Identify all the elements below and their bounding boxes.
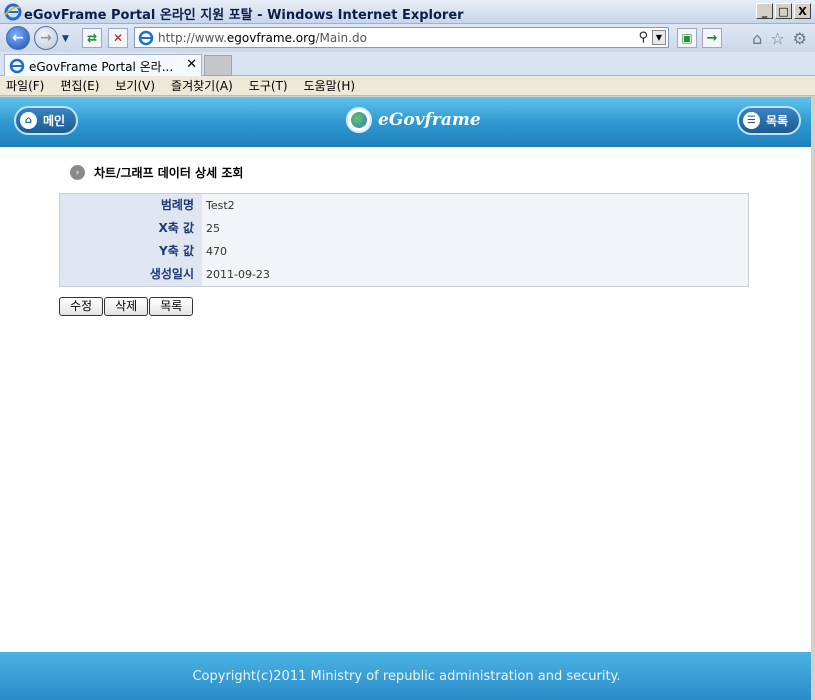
history-dropdown-icon[interactable]: ▼ (62, 34, 69, 44)
legend-name-label: 범례명 (60, 194, 202, 217)
address-input[interactable]: http://www.egovframe.org/Main.do ⚲ ▼ (134, 27, 669, 48)
created-date-label: 생성일시 (60, 263, 202, 286)
window-titlebar: eGovFrame Portal 온라인 지원 포탈 - Windows Int… (0, 0, 815, 24)
tab-label: eGovFrame Portal 온라... (29, 60, 174, 74)
list-button-label: 목록 (766, 114, 789, 128)
y-value: 470 (206, 245, 227, 258)
forward-button[interactable]: → (34, 26, 58, 50)
x-value: 25 (206, 222, 220, 235)
table-row: 생성일시 2011-09-23 (60, 263, 748, 286)
app-header: ⌂ 메인 eGovframe ☰ 목록 (0, 97, 811, 147)
page-title-text: 차트/그래프 데이터 상세 조회 (94, 166, 244, 180)
arrow-right-icon: → (40, 30, 52, 46)
main-button-label: 메인 (43, 114, 66, 128)
tab-close-icon[interactable]: ✕ (186, 57, 197, 72)
menu-edit[interactable]: 편집(E) (60, 77, 99, 94)
page-footer: Copyright(c)2011 Ministry of republic ad… (0, 652, 811, 700)
internet-explorer-icon (4, 3, 22, 21)
table-row: X축 값 25 (60, 217, 748, 240)
logo-text: eGovframe (378, 110, 481, 130)
arrow-left-icon: ← (12, 30, 24, 46)
created-date-value: 2011-09-23 (206, 268, 270, 281)
new-tab-button[interactable] (204, 55, 232, 76)
page-icon (138, 30, 154, 46)
action-buttons: 수정 삭제 목록 (59, 297, 194, 316)
home-icon: ⌂ (20, 112, 37, 129)
detail-table: 범례명 Test2 X축 값 25 Y축 값 470 생성일시 2011-09-… (59, 193, 749, 287)
address-dropdown-icon[interactable]: ▼ (652, 30, 666, 45)
page-title: › 차트/그래프 데이터 상세 조회 (70, 164, 243, 181)
maximize-button[interactable]: □ (775, 3, 792, 19)
menu-bar: 파일(F) 편집(E) 보기(V) 즐겨찾기(A) 도구(T) 도움말(H) (0, 76, 815, 96)
copyright-text: Copyright(c)2011 Ministry of republic ad… (192, 668, 621, 684)
address-url: http://www.egovframe.org/Main.do (158, 31, 367, 45)
home-icon[interactable]: ⌂ (752, 29, 762, 48)
navigation-bar: ← → ▼ ⇄ ✕ http://www.egovframe.org/Main.… (0, 24, 815, 52)
search-icon[interactable]: ⚲ (638, 30, 648, 45)
refresh-icon: ⇄ (86, 31, 98, 45)
y-value-label: Y축 값 (60, 240, 202, 263)
back-button[interactable]: ← (6, 26, 30, 50)
refresh-button[interactable]: ⇄ (82, 28, 102, 48)
page-viewport: ⌂ 메인 eGovframe ☰ 목록 › 차트/그래프 데이터 상세 조회 범… (0, 97, 813, 700)
minimize-button[interactable]: _ (756, 3, 773, 19)
favorites-star-icon[interactable]: ☆ (770, 29, 784, 48)
stop-button[interactable]: ✕ (108, 28, 128, 48)
compatibility-icon: ▣ (681, 31, 693, 45)
egovframe-logo: eGovframe (346, 107, 481, 133)
gear-icon[interactable]: ⚙ (793, 29, 807, 48)
menu-tools[interactable]: 도구(T) (249, 77, 288, 94)
list-button[interactable]: ☰ 목록 (737, 106, 801, 135)
tab-egovframe-portal[interactable]: eGovFrame Portal 온라... ✕ (4, 54, 202, 76)
chevron-right-icon: › (70, 165, 85, 180)
window-title: eGovFrame Portal 온라인 지원 포탈 - Windows Int… (24, 8, 464, 23)
delete-button[interactable]: 삭제 (104, 297, 149, 316)
edit-button[interactable]: 수정 (59, 297, 104, 316)
go-arrow-icon: → (706, 30, 718, 46)
tab-bar: eGovFrame Portal 온라... ✕ (0, 52, 815, 76)
close-window-button[interactable]: X (794, 3, 811, 19)
legend-name-value: Test2 (206, 199, 235, 212)
menu-help[interactable]: 도움말(H) (304, 77, 356, 94)
menu-file[interactable]: 파일(F) (6, 77, 44, 94)
globe-icon (346, 107, 372, 133)
table-row: 범례명 Test2 (60, 194, 748, 217)
list-icon: ☰ (743, 112, 760, 129)
menu-favorites[interactable]: 즐겨찾기(A) (171, 77, 233, 94)
tab-favicon-icon (9, 58, 25, 74)
stop-icon: ✕ (112, 31, 124, 45)
menu-view[interactable]: 보기(V) (115, 77, 155, 94)
table-row: Y축 값 470 (60, 240, 748, 263)
main-button[interactable]: ⌂ 메인 (14, 106, 78, 135)
x-value-label: X축 값 (60, 217, 202, 240)
go-button[interactable]: → (702, 28, 722, 48)
list-back-button[interactable]: 목록 (149, 297, 194, 316)
compatibility-view-button[interactable]: ▣ (677, 28, 697, 48)
